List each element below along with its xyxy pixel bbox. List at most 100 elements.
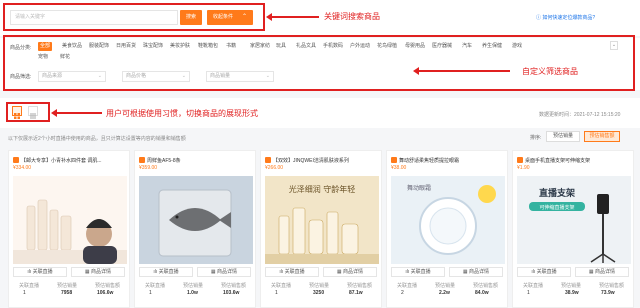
product-detail-button[interactable]: ▦ 商品详情 [575, 267, 629, 277]
stat-label-live: 关联直播 [145, 283, 166, 289]
product-image[interactable] [13, 176, 127, 264]
shop-icon [265, 157, 271, 163]
annotation-box-search [3, 3, 265, 31]
stat-live: 2 [401, 290, 404, 296]
related-live-button[interactable]: ılı 关联直播 [139, 267, 193, 277]
stat-label-sales: 预估销量 [183, 283, 204, 289]
product-price: ¥38.00 [391, 165, 407, 171]
live-icon: ılı [153, 269, 158, 275]
related-live-button[interactable]: ılı 关联直播 [13, 267, 67, 277]
product-title[interactable]: 舞动舒适柔焦轻质提拉眼霜 [399, 157, 507, 164]
stat-label-live: 关联直播 [397, 283, 418, 289]
live-icon: ılı [27, 269, 32, 275]
annotation-arrow-filter [413, 67, 510, 75]
stat-label-live: 关联直播 [19, 283, 40, 289]
product-detail-label: 商品详情 [595, 269, 616, 275]
product-detail-button[interactable]: ▦ 商品详情 [449, 267, 503, 277]
detail-icon: ▦ [588, 269, 594, 275]
product-image[interactable]: 直播支架可伸缩直播支架 [517, 176, 631, 264]
sort-label: 排序: [530, 135, 542, 141]
product-detail-label: 商品详情 [91, 269, 112, 275]
shop-icon [139, 157, 145, 163]
shop-icon [13, 157, 19, 163]
product-card[interactable]: 桌面手机直播支架可伸缩支架 ¥1.90 直播支架可伸缩直播支架 ılı 关联直播 ▦ 商… [512, 150, 634, 308]
stat-label-revenue: 预估销售额 [473, 283, 499, 289]
image-headline: 直播支架 [539, 187, 575, 199]
related-live-button[interactable]: ılı 关联直播 [517, 267, 571, 277]
product-image[interactable] [139, 176, 253, 264]
product-card[interactable]: 周鲜鱼AF5-8条 ¥359.00 ılı 关联直播 ▦ 商品详情 关联直播 预估销量 预估… [134, 150, 256, 308]
product-detail-label: 商品详情 [343, 269, 364, 275]
product-card[interactable]: 【邮大专享】小青补水四件套 调肌... ¥334.00 ılı 关联直播 ▦ 商品详情… [8, 150, 130, 308]
stat-label-revenue: 预估销售额 [221, 283, 247, 289]
detail-icon: ▦ [462, 269, 468, 275]
product-title[interactable]: 周鲜鱼AF5-8条 [147, 157, 255, 164]
annotation-view: 用户可根据使用习惯，切换商品的展现形式 [106, 109, 258, 118]
stat-revenue: 87.1w [349, 290, 363, 296]
annotation-box-view [6, 102, 50, 122]
annotation-arrow-search [266, 13, 319, 21]
product-detail-label: 商品详情 [469, 269, 490, 275]
stat-revenue: 84.0w [475, 290, 489, 296]
product-title[interactable]: 桌面手机直播支架可伸缩支架 [525, 157, 633, 164]
stat-label-revenue: 预估销售额 [347, 283, 373, 289]
product-title[interactable]: 【邮大专享】小青补水四件套 调肌... [21, 157, 129, 164]
related-live-label: 关联直播 [536, 269, 557, 275]
stat-sales: 3250 [313, 290, 325, 296]
product-detail-button[interactable]: ▦ 商品详情 [323, 267, 377, 277]
help-link[interactable]: ⓘ 如何快速定位爆款商品? [536, 14, 595, 21]
live-icon: ılı [531, 269, 536, 275]
product-title[interactable]: 【双效】JINQWEI洁清肌肤液系列 [273, 157, 381, 164]
product-image[interactable]: 舞动眼霜 [391, 176, 505, 264]
related-live-label: 关联直播 [410, 269, 431, 275]
detail-icon: ▦ [210, 269, 216, 275]
live-icon: ılı [279, 269, 284, 275]
related-live-label: 关联直播 [32, 269, 53, 275]
shop-icon [391, 157, 397, 163]
live-icon: ılı [405, 269, 410, 275]
related-live-label: 关联直播 [284, 269, 305, 275]
update-timestamp: 数据更新时间：2021-07-12 15:15:20 [539, 112, 621, 118]
related-live-button[interactable]: ılı 关联直播 [391, 267, 445, 277]
related-live-label: 关联直播 [158, 269, 179, 275]
annotation-filter: 自定义筛选商品 [522, 67, 578, 76]
help-link-label: 如何快速定位爆款商品? [542, 15, 596, 21]
help-icon: ⓘ [536, 15, 542, 21]
image-slogan: 光泽细润 守龄年轻 [289, 184, 356, 194]
product-price: ¥359.00 [139, 165, 158, 171]
annotation-box-filter [3, 35, 635, 91]
product-detail-button[interactable]: ▦ 商品详情 [197, 267, 251, 277]
stat-live: 1 [527, 290, 530, 296]
product-card[interactable]: 舞动舒适柔焦轻质提拉眼霜 ¥38.00 舞动眼霜 ılı 关联直播 ▦ 商品详情 关联直播… [386, 150, 508, 308]
product-image[interactable]: 光泽细润 守龄年轻 [265, 176, 379, 264]
product-price: ¥1.90 [517, 165, 530, 171]
stat-sales: 38.9w [565, 290, 579, 296]
stat-label-sales: 预估销量 [435, 283, 456, 289]
stat-label-live: 关联直播 [271, 283, 292, 289]
stat-sales: 7958 [61, 290, 73, 296]
detail-icon: ▦ [336, 269, 342, 275]
data-tip: 以下仅展示近2个小时直播中使用的商品，且只计算达设置等内容的销量和销售额 [8, 136, 186, 142]
stat-live: 1 [275, 290, 278, 296]
sort-sales-button[interactable]: 预估销量 [546, 131, 580, 142]
product-price: ¥266.00 [265, 165, 284, 171]
sort-revenue-button[interactable]: 预估销售额 [584, 131, 620, 142]
product-detail-button[interactable]: ▦ 商品详情 [71, 267, 125, 277]
stat-sales: 2.2w [439, 290, 450, 296]
image-text: 舞动眼霜 [407, 184, 431, 192]
stat-label-revenue: 预估销售额 [95, 283, 121, 289]
annotation-search: 关键词搜索商品 [324, 12, 380, 21]
stat-label-live: 关联直播 [523, 283, 544, 289]
stat-live: 1 [23, 290, 26, 296]
stat-label-sales: 预估销量 [561, 283, 582, 289]
product-price: ¥334.00 [13, 165, 32, 171]
shop-icon [517, 157, 523, 163]
annotation-arrow-view [51, 109, 102, 117]
stat-revenue: 73.9w [601, 290, 615, 296]
related-live-button[interactable]: ılı 关联直播 [265, 267, 319, 277]
image-subtitle: 可伸缩直播支架 [539, 204, 574, 211]
stat-label-sales: 预估销量 [57, 283, 78, 289]
detail-icon: ▦ [84, 269, 90, 275]
product-card[interactable]: 【双效】JINQWEI洁清肌肤液系列 ¥266.00 光泽细润 守龄年轻 ılı 关联… [260, 150, 382, 308]
stat-revenue: 106.6w [97, 290, 114, 296]
